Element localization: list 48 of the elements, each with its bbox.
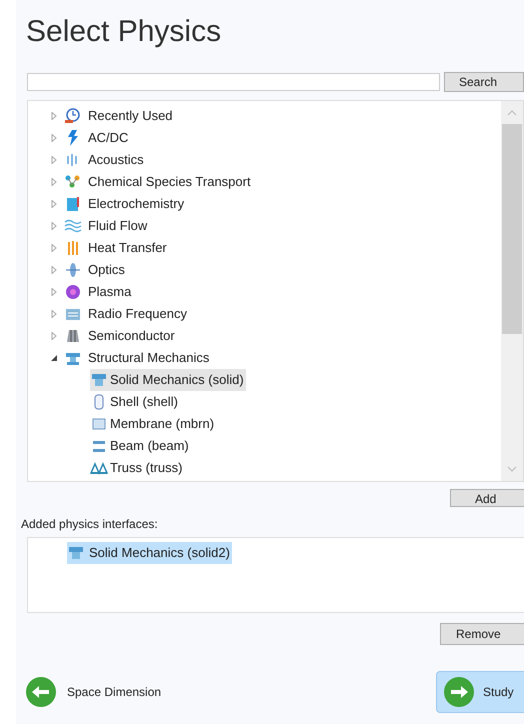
flow-lines-icon xyxy=(64,217,82,235)
collapse-arrow-icon[interactable] xyxy=(50,354,58,362)
tree-item[interactable]: Structural Mechanics xyxy=(88,348,210,368)
scrollbar-thumb[interactable] xyxy=(502,124,522,334)
add-button[interactable]: Add xyxy=(450,489,524,507)
expand-arrow-icon[interactable] xyxy=(50,134,58,142)
tree-item[interactable]: Solid Mechanics (solid) xyxy=(90,369,246,391)
expand-arrow-icon[interactable] xyxy=(50,244,58,252)
search-field[interactable] xyxy=(27,73,440,91)
expand-arrow-icon[interactable] xyxy=(50,266,58,274)
tree-item[interactable]: AC/DC xyxy=(88,128,128,148)
tree-item[interactable]: Heat Transfer xyxy=(88,238,167,258)
tree-item[interactable]: Semiconductor xyxy=(88,326,175,346)
expand-arrow-icon[interactable] xyxy=(50,200,58,208)
tree-item[interactable]: Radio Frequency xyxy=(88,304,187,324)
tree-item[interactable]: Recently Used xyxy=(88,106,173,126)
tree-item[interactable]: Beam (beam) xyxy=(90,435,191,457)
scroll-down-icon[interactable] xyxy=(507,465,517,473)
scroll-up-icon[interactable] xyxy=(507,109,517,117)
next-button[interactable]: Study xyxy=(436,671,524,713)
section-label: Added physics interfaces: xyxy=(21,516,158,533)
expand-arrow-icon[interactable] xyxy=(50,112,58,120)
solid-block-icon xyxy=(67,544,85,562)
lens-icon xyxy=(64,261,82,279)
expand-arrow-icon[interactable] xyxy=(50,178,58,186)
tree-item[interactable]: Optics xyxy=(88,260,125,280)
tree-item[interactable]: Acoustics xyxy=(88,150,144,170)
expand-arrow-icon[interactable] xyxy=(50,156,58,164)
tree-item[interactable]: Truss (truss) xyxy=(90,457,184,479)
expand-arrow-icon[interactable] xyxy=(50,310,58,318)
tree-item[interactable]: Membrane (mbrn) xyxy=(90,413,216,435)
expand-arrow-icon[interactable] xyxy=(50,332,58,340)
search-button[interactable]: Search xyxy=(444,72,524,92)
plasma-icon xyxy=(64,283,82,301)
clock-icon xyxy=(64,107,82,125)
page-title: Select Physics xyxy=(25,14,222,50)
solid-block-icon xyxy=(90,371,108,389)
list-item[interactable]: Solid Mechanics (solid2) xyxy=(67,542,232,564)
back-button[interactable]: Space Dimension xyxy=(25,676,162,708)
expand-arrow-icon[interactable] xyxy=(50,288,58,296)
tree-item[interactable]: Electrochemistry xyxy=(88,194,184,214)
tree-item[interactable]: Plasma xyxy=(88,282,132,302)
scrollbar[interactable] xyxy=(501,101,523,481)
tree-item[interactable]: Chemical Species Transport xyxy=(88,172,251,192)
expand-arrow-icon[interactable] xyxy=(50,222,58,230)
tree-item[interactable]: Shell (shell) xyxy=(90,391,180,413)
remove-button[interactable]: Remove xyxy=(440,623,524,645)
tree-item[interactable]: Fluid Flow xyxy=(88,216,148,236)
